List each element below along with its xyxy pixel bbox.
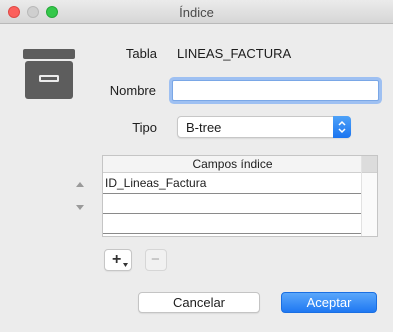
table-value: LINEAS_FACTURA (177, 46, 292, 61)
move-down-arrow-icon[interactable] (76, 205, 84, 211)
type-label: Tipo (132, 120, 157, 135)
type-select[interactable]: B-tree (177, 116, 351, 138)
plus-icon: + (112, 251, 122, 268)
name-label: Nombre (109, 83, 156, 98)
minus-icon: − (151, 251, 160, 268)
title-bar: Índice (0, 0, 393, 24)
dropdown-caret-icon (123, 263, 128, 267)
table-row[interactable] (103, 194, 362, 214)
cancel-button[interactable]: Cancelar (138, 292, 260, 313)
table-header[interactable]: Campos índice (103, 156, 362, 173)
file-cabinet-icon (23, 49, 75, 99)
accept-button[interactable]: Aceptar (281, 292, 377, 313)
table-row[interactable] (103, 214, 362, 234)
table-label: Tabla (125, 46, 157, 61)
move-up-arrow-icon[interactable] (76, 181, 84, 187)
table-row[interactable]: ID_Lineas_Factura (103, 174, 362, 194)
index-fields-table[interactable]: Campos índice ID_Lineas_Factura (102, 155, 378, 237)
select-arrows-icon (333, 116, 351, 138)
type-select-value: B-tree (186, 120, 222, 135)
window-title: Índice (179, 5, 214, 20)
name-input[interactable] (172, 80, 379, 101)
table-scrollbar[interactable] (361, 156, 377, 236)
add-field-button[interactable]: + (104, 249, 132, 271)
remove-field-button[interactable]: − (145, 249, 167, 271)
